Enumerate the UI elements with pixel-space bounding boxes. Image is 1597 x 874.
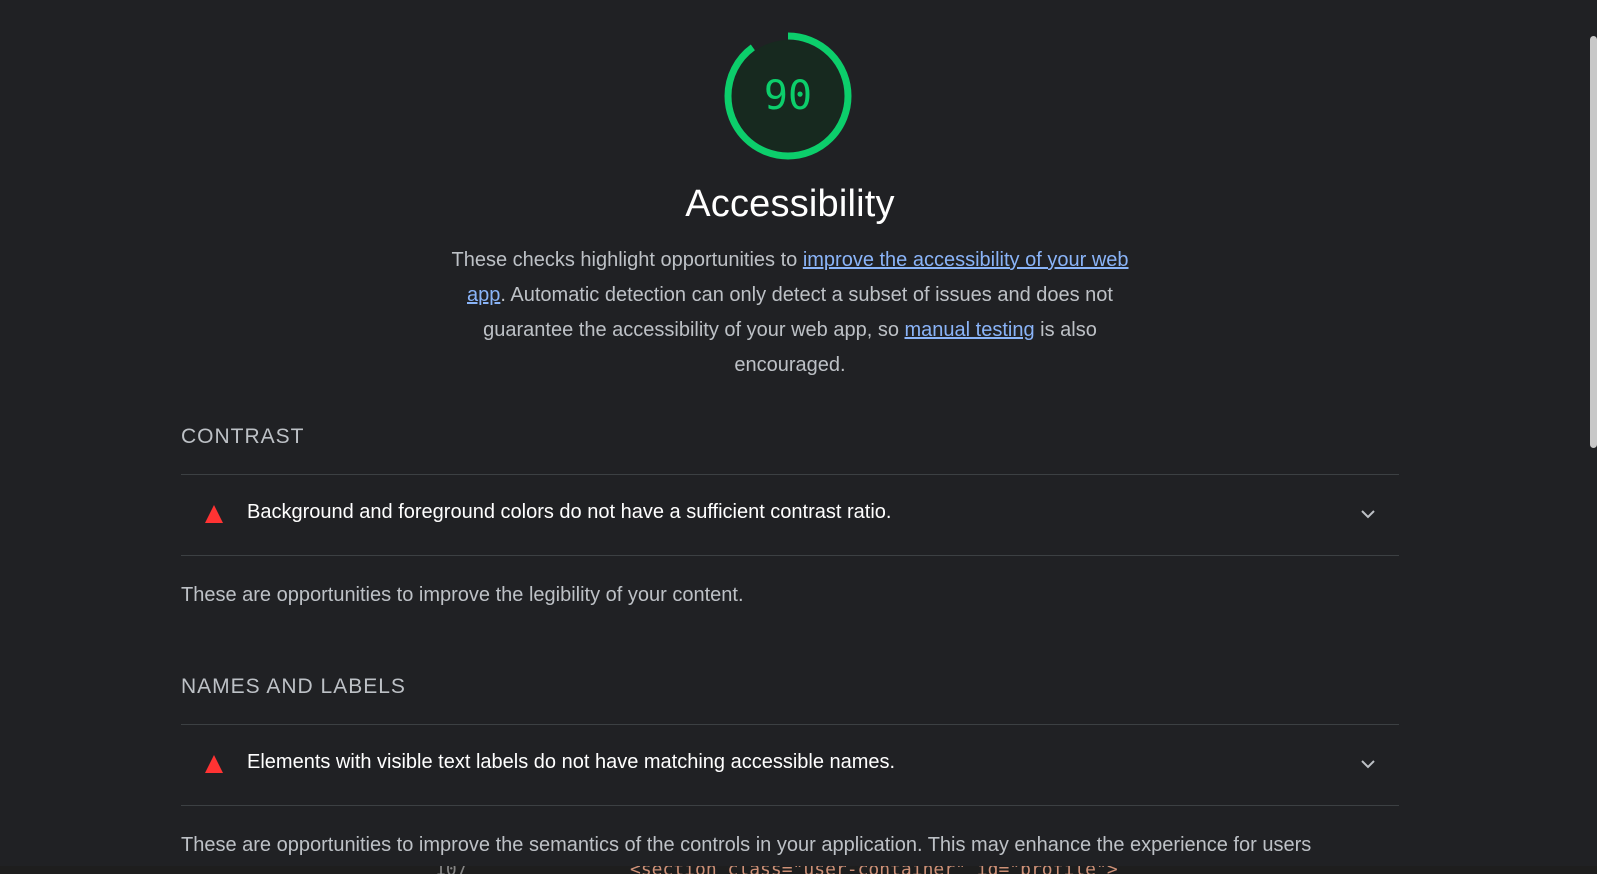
category-description: These checks highlight opportunities to … [430, 243, 1150, 383]
divider [181, 805, 1399, 806]
category-title: Accessibility [685, 183, 895, 225]
manual-testing-link[interactable]: manual testing [905, 319, 1035, 341]
lighthouse-report: 90 Accessibility These checks highlight … [0, 0, 1580, 866]
audit-color-contrast[interactable]: Background and foreground colors do not … [181, 475, 1399, 555]
audit-title: Elements with visible text labels do not… [247, 751, 896, 773]
divider [181, 555, 1399, 556]
group-title-contrast: CONTRAST [181, 425, 305, 448]
score-value: 90 [763, 73, 813, 119]
chevron-down-icon[interactable] [1359, 505, 1377, 523]
group-description-names-and-labels: These are opportunities to improve the s… [181, 834, 1312, 856]
editor-line-number: 107 [435, 866, 468, 874]
audit-title: Background and foreground colors do not … [247, 501, 892, 523]
editor-code-line: <section class="user-container" id="prof… [630, 866, 1118, 874]
score-gauge[interactable]: 90 [724, 32, 852, 160]
chevron-down-icon[interactable] [1359, 755, 1377, 773]
description-text-1: These checks highlight opportunities to [451, 249, 803, 271]
warning-triangle-icon [205, 755, 223, 773]
audit-label-content-name-mismatch[interactable]: Elements with visible text labels do not… [181, 725, 1399, 805]
group-description-contrast: These are opportunities to improve the l… [181, 584, 744, 606]
warning-triangle-icon [205, 505, 223, 523]
group-title-names-and-labels: NAMES AND LABELS [181, 675, 406, 698]
code-editor-peek: 107 <section class="user-container" id="… [0, 866, 1597, 874]
scrollbar-thumb[interactable] [1590, 36, 1597, 448]
